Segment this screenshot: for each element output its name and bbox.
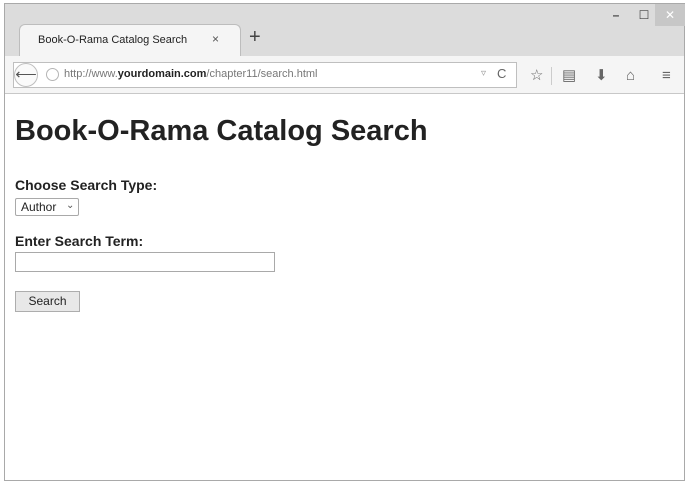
url-domain: yourdomain.com [117,68,207,80]
browser-window: Book-O-Rama Catalog Search × + – ☐ ✕ htt… [4,3,685,481]
search-term-label: Enter Search Term: [15,233,144,249]
browser-tab[interactable]: Book-O-Rama Catalog Search × [19,24,241,56]
reload-icon[interactable]: C [497,66,506,81]
tab-close-icon[interactable]: × [212,32,219,46]
url-path: /chapter11/search.html [206,68,318,80]
chevron-down-icon: ⌄ [66,200,75,211]
search-type-label: Choose Search Type: [15,177,158,193]
search-type-select[interactable]: Author ⌄ [15,198,79,216]
navigation-bar: http://www.yourdomain.com/chapter11/sear… [5,56,684,94]
toolbar-divider [551,67,552,85]
maximize-button[interactable]: ☐ [631,4,657,26]
dropdown-icon[interactable]: ▿ [481,68,486,79]
menu-icon[interactable]: ≡ [662,68,671,83]
globe-icon [46,68,59,81]
new-tab-icon[interactable]: + [249,27,261,47]
page-title: Book-O-Rama Catalog Search [15,115,428,147]
clipboard-icon[interactable]: ▤ [562,68,576,83]
close-window-button[interactable]: ✕ [655,4,685,26]
title-bar: Book-O-Rama Catalog Search × + – ☐ ✕ [5,4,685,56]
address-bar[interactable]: http://www.yourdomain.com/chapter11/sear… [13,62,517,88]
url-text: http://www.yourdomain.com/chapter11/sear… [64,68,318,80]
star-icon[interactable]: ☆ [530,68,543,83]
minimize-button[interactable]: – [603,4,629,26]
url-prefix: http://www. [64,68,118,80]
search-type-value: Author [21,200,57,214]
search-term-input[interactable] [15,252,275,272]
tab-title: Book-O-Rama Catalog Search [38,34,188,46]
search-button[interactable]: Search [15,291,80,312]
download-icon[interactable]: ⬇ [595,68,608,83]
home-icon[interactable]: ⌂ [626,68,635,83]
back-arrow-icon[interactable]: ⟵ [14,63,38,87]
page-content: Book-O-Rama Catalog Search Choose Search… [5,94,684,480]
